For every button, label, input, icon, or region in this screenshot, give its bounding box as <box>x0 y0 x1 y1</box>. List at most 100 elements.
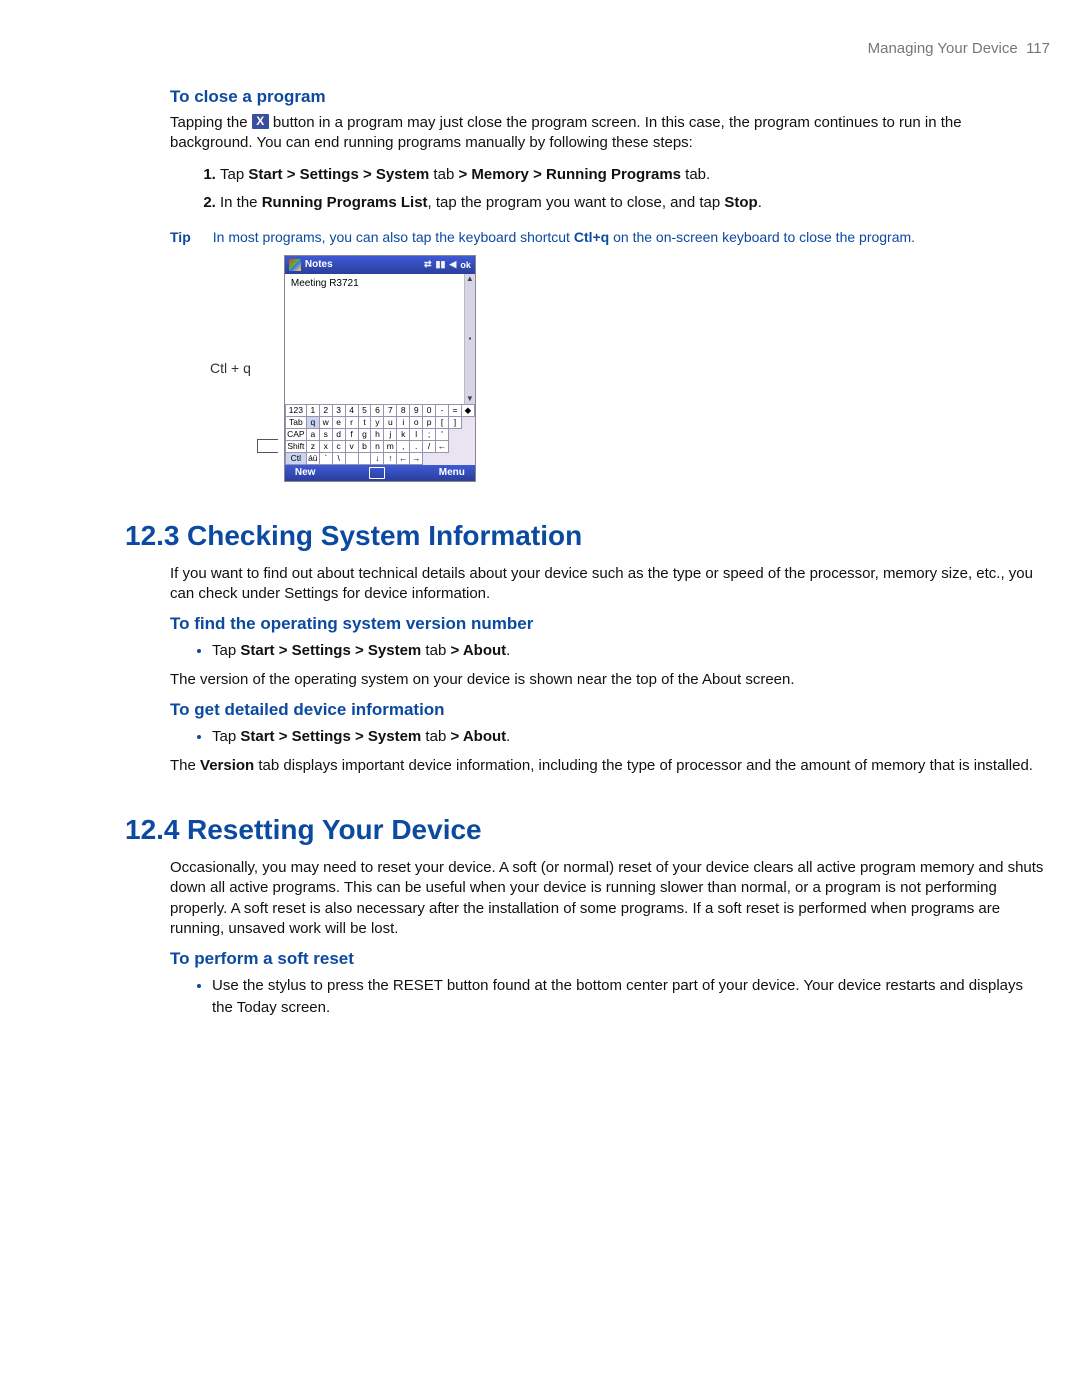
section-12-3-heading: 12.3Checking System Information <box>125 520 1060 552</box>
soft-reset-bullets: Use the stylus to press the RESET button… <box>150 975 1045 1019</box>
callout-label: Ctl + q <box>210 360 251 376</box>
running-head: Managing Your Device 117 <box>20 40 1060 57</box>
osk-key: 6 <box>371 404 384 416</box>
osk-key: n <box>371 440 384 452</box>
windows-flag-icon <box>289 259 301 271</box>
step-2: In the Running Programs List, tap the pr… <box>220 192 1045 215</box>
tip-label: Tip <box>170 229 191 245</box>
device-scrollbar: ▲ ▪ ▼ <box>464 274 475 404</box>
bullet-device-info: Tap Start > Settings > System tab > Abou… <box>212 726 1045 748</box>
subheading-device-info: To get detailed device information <box>170 700 1045 720</box>
osk-key: 8 <box>397 404 410 416</box>
speaker-icon: ◀ <box>449 259 456 270</box>
connectivity-icon: ⇄ <box>424 259 432 270</box>
osk-key: 5 <box>358 404 371 416</box>
device-titlebar: Notes ⇄ ▮▮ ◀ ok <box>285 256 475 274</box>
osk-key: ` <box>319 452 332 464</box>
osk-key: u <box>384 416 397 428</box>
page-number: 117 <box>1026 40 1050 57</box>
softkey-left: New <box>295 467 316 478</box>
osk-key: = <box>449 404 462 416</box>
osk-key: 2 <box>319 404 332 416</box>
osk-key: x <box>319 440 332 452</box>
osk-key: CAP <box>285 428 306 440</box>
close-program-intro: Tapping the X button in a program may ju… <box>170 113 1045 154</box>
section-title: Checking System Information <box>187 520 582 551</box>
section-number: 12.3 <box>125 520 187 552</box>
on-screen-keyboard: 1231234567890-=◆Tabqwertyuiop[]CAPasdfgh… <box>285 404 475 465</box>
osk-key: - <box>436 404 449 416</box>
osk-key: l <box>410 428 423 440</box>
tip-text: In most programs, you can also tap the k… <box>213 229 1045 245</box>
osk-key: z <box>306 440 319 452</box>
scroll-thumb-icon: ▪ <box>468 334 471 344</box>
osk-key: ] <box>449 416 462 428</box>
osk-key: v <box>345 440 358 452</box>
osk-key: g <box>358 428 371 440</box>
osk-key: j <box>384 428 397 440</box>
osk-key: w <box>319 416 332 428</box>
osk-key: a <box>306 428 319 440</box>
subheading-os-version: To find the operating system version num… <box>170 614 1045 634</box>
osk-key: y <box>371 416 384 428</box>
osk-key: m <box>384 440 397 452</box>
osk-key: ← <box>436 440 449 452</box>
osk-key: e <box>332 416 345 428</box>
scroll-down-icon: ▼ <box>466 394 474 404</box>
osk-key <box>345 452 358 464</box>
osk-key: ↑ <box>384 452 397 464</box>
tip-row: Tip In most programs, you can also tap t… <box>170 229 1045 245</box>
osk-key: s <box>319 428 332 440</box>
ok-button-label: ok <box>460 260 471 270</box>
device-content: Meeting R3721 ▲ ▪ ▼ <box>285 274 475 404</box>
device-app-title: Notes <box>305 259 333 270</box>
osk-key: Ctl <box>285 452 306 464</box>
device-info-para: The Version tab displays important devic… <box>170 756 1045 776</box>
osk-key: ; <box>423 428 436 440</box>
osk-key: r <box>345 416 358 428</box>
osk-key: d <box>332 428 345 440</box>
osk-key: c <box>332 440 345 452</box>
subheading-close-program: To close a program <box>170 87 1045 107</box>
osk-key: 9 <box>410 404 423 416</box>
osk-key: 7 <box>384 404 397 416</box>
osk-key: 1 <box>306 404 319 416</box>
bullet-soft-reset: Use the stylus to press the RESET button… <box>212 975 1045 1019</box>
osk-key <box>358 452 371 464</box>
osk-key: t <box>358 416 371 428</box>
osk-key: ↓ <box>371 452 384 464</box>
scroll-up-icon: ▲ <box>466 274 474 284</box>
osk-key: Tab <box>285 416 306 428</box>
section-12-4-heading: 12.4Resetting Your Device <box>125 814 1060 846</box>
osk-key: o <box>410 416 423 428</box>
sec-124-intro: Occasionally, you may need to reset your… <box>170 858 1045 939</box>
callout-line <box>257 439 278 453</box>
osk-key: p <box>423 416 436 428</box>
osk-key: 0 <box>423 404 436 416</box>
osk-key: i <box>397 416 410 428</box>
osk-key: Shift <box>285 440 306 452</box>
osk-key: ◆ <box>461 404 474 416</box>
osk-key: f <box>345 428 358 440</box>
softkey-right: Menu <box>439 467 465 478</box>
osk-key: h <box>371 428 384 440</box>
osk-key: q <box>306 416 319 428</box>
os-version-bullets: Tap Start > Settings > System tab > Abou… <box>150 640 1045 662</box>
signal-icon: ▮▮ <box>436 259 446 270</box>
osk-key: 4 <box>345 404 358 416</box>
device-info-bullets: Tap Start > Settings > System tab > Abou… <box>150 726 1045 748</box>
section-number: 12.4 <box>125 814 187 846</box>
osk-key: b <box>358 440 371 452</box>
device-note-text: Meeting R3721 <box>285 274 475 293</box>
keyboard-icon <box>369 467 385 479</box>
osk-key: áü <box>306 452 319 464</box>
sec-123-intro: If you want to find out about technical … <box>170 564 1045 605</box>
osk-key: [ <box>436 416 449 428</box>
os-version-para: The version of the operating system on y… <box>170 670 1045 690</box>
running-head-title: Managing Your Device <box>868 40 1018 57</box>
osk-key: ← <box>397 452 410 464</box>
subheading-soft-reset: To perform a soft reset <box>170 949 1045 969</box>
osk-key: 3 <box>332 404 345 416</box>
osk-key: \ <box>332 452 345 464</box>
osk-key: → <box>410 452 423 464</box>
